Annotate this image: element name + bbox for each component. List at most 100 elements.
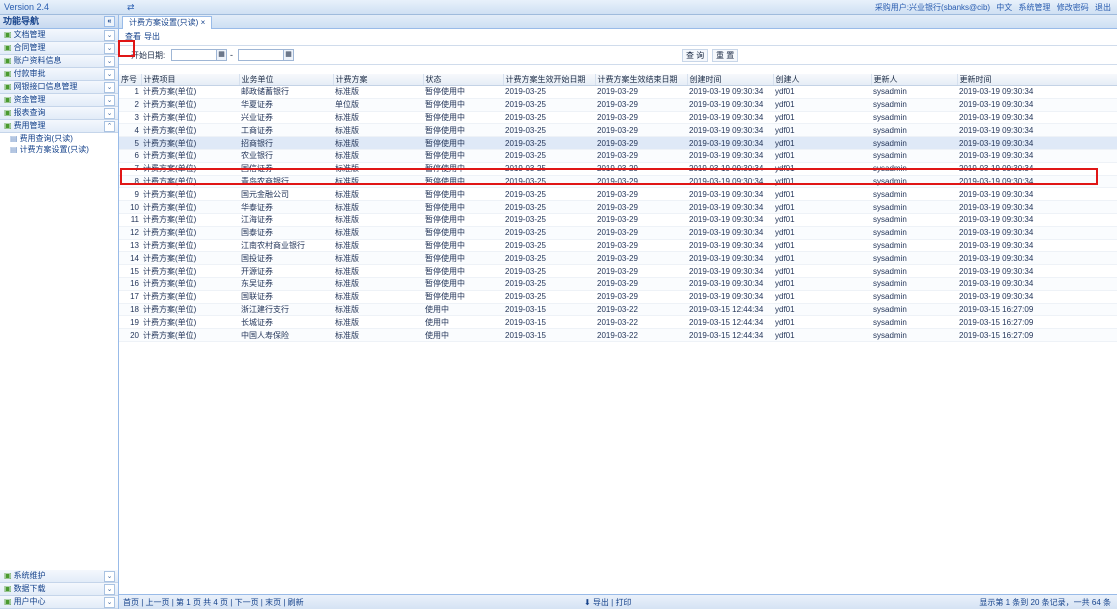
cell-created: 2019-03-19 09:30:34 xyxy=(687,187,773,202)
col-header[interactable]: 计费方案 xyxy=(333,74,424,86)
chevron-down-icon[interactable]: ⌄ xyxy=(104,82,115,93)
close-icon[interactable]: × xyxy=(201,18,206,27)
sidebar-item-contracts[interactable]: ▣ 合同管理 ⌄ xyxy=(0,42,118,55)
chevron-down-icon[interactable]: ⌄ xyxy=(104,95,115,106)
table-row[interactable]: 17 计费方案(单位) 国联证券 标准版 暂停使用中 2019-03-25 2019-03-… xyxy=(119,290,1117,304)
table-row[interactable]: 6 计费方案(单位) 农业银行 标准版 暂停使用中 2019-03-25 2019-03-2… xyxy=(119,149,1117,163)
cell-updater: sysadmin xyxy=(871,136,957,150)
switch-icon[interactable]: ⇄ xyxy=(127,2,135,13)
top-link-logout[interactable]: 退出 xyxy=(1095,3,1111,12)
chevron-down-icon[interactable]: ⌄ xyxy=(104,597,115,608)
sidebar-item-payments[interactable]: ▣ 付款审批 ⌄ xyxy=(0,68,118,81)
col-header[interactable]: 业务单位 xyxy=(239,74,334,86)
cell-updated: 2019-03-19 09:30:34 xyxy=(957,98,1117,112)
folder-icon: ▣ xyxy=(4,69,12,78)
table-row[interactable]: 5 计费方案(单位) 招商银行 标准版 暂停使用中 2019-03-25 2019-03-2… xyxy=(119,136,1117,150)
chevron-down-icon[interactable]: ⌄ xyxy=(104,43,115,54)
folder-icon: ▣ xyxy=(4,95,12,104)
top-link-lang[interactable]: 中文 xyxy=(996,3,1012,12)
chevron-down-icon[interactable]: ⌄ xyxy=(104,108,115,119)
calendar-icon[interactable]: ▦ xyxy=(283,49,294,61)
sidebar-item-bank-interface[interactable]: ▣ 网银接口信息管理 ⌄ xyxy=(0,81,118,94)
table-row[interactable]: 9 计费方案(单位) 国元金融公司 标准版 暂停使用中 2019-03-25 2019-03… xyxy=(119,187,1117,202)
chevron-down-icon[interactable]: ⌄ xyxy=(104,571,115,582)
cell-end: 2019-03-29 xyxy=(595,85,687,99)
table-row[interactable]: 20 计费方案(单位) 中国人寿保险 标准版 使用中 2019-03-15 2019-03-… xyxy=(119,328,1117,342)
collapse-icon[interactable]: « xyxy=(104,16,115,27)
cell-creator: ydf01 xyxy=(773,315,871,330)
cell-status: 暂停使用中 xyxy=(423,98,503,112)
chevron-down-icon[interactable]: ⌄ xyxy=(104,69,115,80)
sidebar-item-download[interactable]: ▣ 数据下载 ⌄ xyxy=(0,583,118,596)
col-header[interactable]: 更新人 xyxy=(871,74,958,86)
cell-updated: 2019-03-19 09:30:34 xyxy=(957,226,1117,240)
end-date-input[interactable] xyxy=(238,49,285,61)
cell-item: 计费方案(单位) xyxy=(141,303,239,317)
sidebar-item-documents[interactable]: ▣ 文档管理 ⌄ xyxy=(0,29,118,42)
cell-updater: sysadmin xyxy=(871,239,957,253)
col-header[interactable]: 创建人 xyxy=(773,74,872,86)
table-row[interactable]: 12 计费方案(单位) 国泰证券 标准版 暂停使用中 2019-03-25 2019-03-… xyxy=(119,226,1117,240)
cell-start: 2019-03-15 xyxy=(503,303,595,317)
sidebar-subitem-fee-query[interactable]: ▤ 费用查询(只读) xyxy=(0,133,118,144)
cell-created: 2019-03-19 09:30:34 xyxy=(687,239,773,253)
cell-unit: 江南农村商业银行 xyxy=(239,239,333,253)
row-number: 9 xyxy=(119,187,141,202)
export-button[interactable]: 导出 xyxy=(141,31,163,42)
cell-start: 2019-03-25 xyxy=(503,290,595,304)
cell-created: 2019-03-19 09:30:34 xyxy=(687,226,773,240)
table-row[interactable]: 10 计费方案(单位) 华泰证券 标准版 暂停使用中 2019-03-25 2019-03-… xyxy=(119,200,1117,214)
sidebar-subitem-fee-plan[interactable]: ▤ 计费方案设置(只读) xyxy=(0,144,118,155)
col-header[interactable]: 计费方案生效结束日期 xyxy=(595,74,688,86)
folder-icon: ▣ xyxy=(4,597,12,606)
cell-item: 计费方案(单位) xyxy=(141,226,239,240)
table-row[interactable]: 19 计费方案(单位) 长城证券 标准版 使用中 2019-03-15 2019-03-22… xyxy=(119,315,1117,330)
query-button[interactable]: 查 询 xyxy=(682,49,709,62)
pager: 首页 | 上一页 | 第 1 页 共 4 页 | 下一页 | 末页 | 刷新 ⬇… xyxy=(119,594,1117,609)
sidebar-item-user-center[interactable]: ▣ 用户中心 ⌄ xyxy=(0,596,118,609)
table-row[interactable]: 4 计费方案(单位) 工商证券 标准版 暂停使用中 2019-03-25 2019-03-2… xyxy=(119,123,1117,138)
table-row[interactable]: 2 计费方案(单位) 华夏证券 单位版 暂停使用中 2019-03-25 2019-03-2… xyxy=(119,98,1117,112)
cell-end: 2019-03-22 xyxy=(595,303,687,317)
sidebar-item-fees[interactable]: ▣ 费用管理 ⌃ xyxy=(0,120,118,133)
chevron-down-icon[interactable]: ⌄ xyxy=(104,30,115,41)
top-link-admin[interactable]: 系统管理 xyxy=(1019,3,1051,12)
reset-button[interactable]: 重 置 xyxy=(712,49,739,62)
cell-created: 2019-03-19 09:30:34 xyxy=(687,111,773,125)
pager-nav[interactable]: 首页 | 上一页 | 第 1 页 共 4 页 | 下一页 | 末页 | 刷新 xyxy=(123,597,304,608)
start-date-input[interactable] xyxy=(171,49,218,61)
cell-status: 暂停使用中 xyxy=(423,85,503,99)
col-header[interactable]: 创建时间 xyxy=(687,74,774,86)
table-row[interactable]: 1 计费方案(单位) 邮政储蓄银行 标准版 暂停使用中 2019-03-25 2019-03… xyxy=(119,85,1117,99)
col-header[interactable]: 序号 xyxy=(119,74,142,86)
cell-start: 2019-03-25 xyxy=(503,200,595,214)
cell-plan: 标准版 xyxy=(333,200,423,214)
sidebar-item-reports[interactable]: ▣ 报表查询 ⌄ xyxy=(0,107,118,120)
table-row[interactable]: 18 计费方案(单位) 浙江建行支行 标准版 使用中 2019-03-15 2019-03-… xyxy=(119,303,1117,317)
col-header[interactable]: 状态 xyxy=(423,74,504,86)
pager-export[interactable]: ⬇ 导出 | 打印 xyxy=(584,597,631,608)
col-header[interactable]: 更新时间 xyxy=(957,74,1117,86)
chevron-down-icon[interactable]: ⌄ xyxy=(104,584,115,595)
table-row[interactable]: 15 计费方案(单位) 开源证券 标准版 暂停使用中 2019-03-25 2019-03-… xyxy=(119,264,1117,278)
row-number: 1 xyxy=(119,85,141,99)
sidebar-item-maintenance[interactable]: ▣ 系统维护 ⌄ xyxy=(0,570,118,583)
top-link-user[interactable]: 采购用户:兴业银行(sbanks@cib) xyxy=(875,3,990,12)
table-row[interactable]: 3 计费方案(单位) 兴业证券 标准版 暂停使用中 2019-03-25 2019-03-2… xyxy=(119,111,1117,125)
highlight-box-selected-row xyxy=(120,168,1098,185)
table-row[interactable]: 14 计费方案(单位) 国投证券 标准版 暂停使用中 2019-03-25 2019-03-… xyxy=(119,251,1117,266)
cell-creator: ydf01 xyxy=(773,85,871,99)
top-link-password[interactable]: 修改密码 xyxy=(1057,3,1089,12)
sidebar-item-funds[interactable]: ▣ 资金管理 ⌄ xyxy=(0,94,118,107)
calendar-icon[interactable]: ▦ xyxy=(216,49,227,61)
col-header[interactable]: 计费项目 xyxy=(141,74,240,86)
chevron-down-icon[interactable]: ⌄ xyxy=(104,56,115,67)
col-header[interactable]: 计费方案生效开始日期 xyxy=(503,74,596,86)
table-row[interactable]: 16 计费方案(单位) 东吴证券 标准版 暂停使用中 2019-03-25 2019-03-… xyxy=(119,277,1117,291)
table-row[interactable]: 11 计费方案(单位) 江海证券 标准版 暂停使用中 2019-03-25 2019-03-… xyxy=(119,213,1117,227)
chevron-up-icon[interactable]: ⌃ xyxy=(104,121,115,132)
sidebar-item-accounts[interactable]: ▣ 账户资料信息 ⌄ xyxy=(0,55,118,68)
tab-fee-plan[interactable]: 计费方案设置(只读) × xyxy=(122,16,213,29)
table-row[interactable]: 13 计费方案(单位) 江南农村商业银行 标准版 暂停使用中 2019-03-25 2019… xyxy=(119,239,1117,253)
cell-start: 2019-03-25 xyxy=(503,277,595,291)
